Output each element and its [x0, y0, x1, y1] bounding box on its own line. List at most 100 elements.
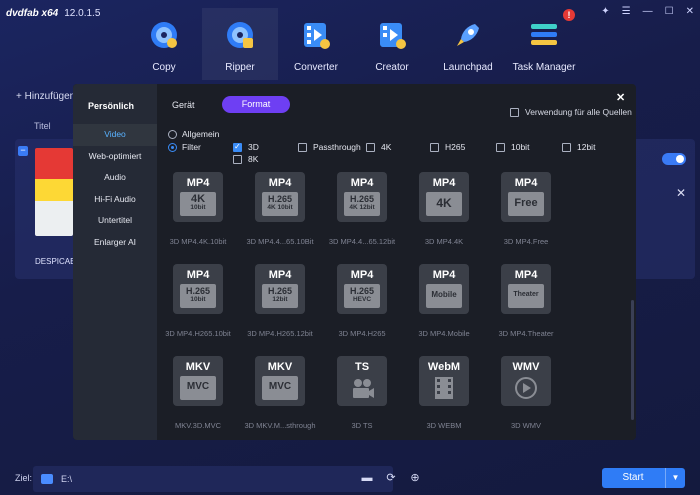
profile-tile[interactable]: WebM: [419, 356, 469, 406]
badge-line: H.265: [267, 194, 293, 204]
sidebar-item-video[interactable]: Video: [73, 124, 157, 146]
badge-line: H.265: [185, 286, 211, 296]
creator-film-icon: [377, 20, 407, 50]
tile-format: MP4: [514, 177, 538, 189]
browse-folder-icon[interactable]: ▬: [361, 472, 373, 484]
checkbox[interactable]: [430, 142, 439, 152]
profile-tile[interactable]: WMV: [501, 356, 551, 406]
nav-copy[interactable]: Copy: [126, 8, 202, 80]
nav-launchpad[interactable]: Launchpad: [430, 8, 506, 80]
tile-label: 3D MP4.Theater: [498, 329, 554, 338]
filter-10bit[interactable]: 10bit: [496, 142, 529, 152]
row-toggle[interactable]: [662, 153, 686, 165]
checkbox[interactable]: [366, 142, 375, 152]
radio-filter[interactable]: Filter: [168, 142, 201, 152]
refresh-icon[interactable]: ⟳: [385, 472, 397, 484]
target-path-field[interactable]: E:\ ▬ ⟳ ⊕: [33, 466, 420, 492]
apply-all-checkbox[interactable]: [510, 107, 519, 117]
profile-tile[interactable]: MP4 H.265 10bit: [173, 264, 223, 314]
filter-4k[interactable]: 4K: [366, 142, 391, 152]
tab-geraet[interactable]: Gerät: [172, 100, 195, 110]
badge-line: MVC: [186, 381, 210, 392]
checkbox[interactable]: [562, 142, 571, 152]
tile-badge: MVC: [262, 376, 298, 400]
tile-format: MP4: [432, 177, 456, 189]
profile-tile[interactable]: MP4 Theater: [501, 264, 551, 314]
globe-icon[interactable]: ⊕: [409, 472, 421, 484]
badge-line: H.265: [267, 286, 293, 296]
profile-tile[interactable]: MP4 Free: [501, 172, 551, 222]
tab-format[interactable]: Format: [222, 96, 290, 113]
profile-tile[interactable]: MP4 H.265 12bit: [255, 264, 305, 314]
collapse-icon[interactable]: −: [18, 146, 28, 156]
tile-badge: Theater: [508, 284, 544, 308]
movie-poster: [35, 148, 73, 236]
filter-label: 10bit: [511, 142, 530, 152]
filter-h265[interactable]: H265: [430, 142, 465, 152]
profile-tile[interactable]: MP4 Mobile: [419, 264, 469, 314]
radio-allgemein[interactable]: Allgemein: [168, 129, 219, 139]
sidebar-item-untertitel[interactable]: Untertitel: [73, 210, 157, 232]
filter-3d[interactable]: 3D: [233, 142, 259, 152]
profile-dialog: Persönlich Video Web-optimiert Audio Hi-…: [73, 84, 636, 440]
nav-ripper[interactable]: Ripper: [202, 8, 278, 80]
tile-format: MP4: [186, 269, 210, 281]
sidebar-item-audio[interactable]: Audio: [73, 167, 157, 189]
badge-line: Theater: [513, 291, 539, 298]
filter-passthrough[interactable]: Passthrough: [298, 142, 361, 152]
badge-line: Mobile: [431, 290, 457, 299]
profile-tile[interactable]: MP4 H.265 HEVC: [337, 264, 387, 314]
tile-badge: H.265 HEVC: [344, 284, 380, 308]
tile-badge: H.265 4K 10bit: [262, 192, 298, 216]
add-button[interactable]: + Hinzufügen: [16, 91, 75, 102]
tile-badge: 4K 10bit: [180, 192, 216, 216]
close-dialog-icon[interactable]: ✕: [616, 91, 625, 104]
nav-label: Creator: [375, 62, 409, 73]
filter-8k[interactable]: 8K: [233, 154, 258, 164]
checkbox[interactable]: [496, 142, 505, 152]
badge-sub: 10bit: [190, 204, 206, 211]
tile-format: WMV: [512, 361, 540, 373]
profile-tile[interactable]: MP4 H.265 4K 10bit: [255, 172, 305, 222]
profile-tile[interactable]: MP4 4K: [419, 172, 469, 222]
sidebar-item-hifi-audio[interactable]: Hi-Fi Audio: [73, 189, 157, 211]
badge-line: MVC: [268, 381, 292, 392]
sidebar-item-enlarger-ai[interactable]: Enlarger AI: [73, 232, 157, 254]
app-logo: dvdfab x64 12.0.1.5: [6, 8, 100, 19]
checkbox[interactable]: [233, 142, 242, 152]
profile-tile[interactable]: MKV MVC: [173, 356, 223, 406]
play-icon: [513, 376, 539, 400]
tile-badge: Mobile: [426, 284, 462, 308]
chevron-down-icon[interactable]: ▼: [665, 468, 685, 488]
tile-label: 3D WMV: [511, 421, 541, 430]
filter-12bit[interactable]: 12bit: [562, 142, 595, 152]
nav-creator[interactable]: Creator: [354, 8, 430, 80]
nav-task-manager[interactable]: Task Manager: [506, 8, 582, 80]
profile-tile[interactable]: MKV MVC: [255, 356, 305, 406]
sidebar-item-web-optimiert[interactable]: Web-optimiert: [73, 146, 157, 168]
remove-icon[interactable]: ✕: [676, 186, 686, 200]
nav-label: Task Manager: [512, 62, 576, 73]
maximize-icon[interactable]: ☐: [665, 6, 674, 17]
nav-converter[interactable]: Converter: [278, 8, 354, 80]
start-button[interactable]: Start ▼: [602, 468, 685, 488]
checkbox[interactable]: [298, 142, 307, 152]
settings-icon[interactable]: ✦: [601, 6, 609, 17]
profile-tile[interactable]: TS: [337, 356, 387, 406]
close-icon[interactable]: ✕: [686, 6, 694, 17]
profile-tile[interactable]: MP4 H.265 4K 12bit: [337, 172, 387, 222]
badge-sub: 4K 10bit: [267, 204, 293, 211]
sidebar-list: Video Web-optimiert Audio Hi-Fi Audio Un…: [73, 124, 157, 253]
menu-icon[interactable]: ☰: [622, 6, 631, 17]
apply-all-label: Verwendung für alle Quellen: [525, 107, 632, 117]
scrollbar[interactable]: [631, 300, 634, 420]
profile-tile[interactable]: MP4 4K 10bit: [173, 172, 223, 222]
checkbox[interactable]: [233, 154, 242, 164]
minimize-icon[interactable]: —: [643, 6, 653, 17]
tile-format: MP4: [514, 269, 538, 281]
filter-label: H265: [445, 142, 466, 152]
badge-sub: 12bit: [272, 296, 288, 303]
tile-format: MP4: [432, 269, 456, 281]
filter-label: Passthrough: [313, 142, 361, 152]
apply-all-sources[interactable]: Verwendung für alle Quellen: [510, 107, 632, 117]
